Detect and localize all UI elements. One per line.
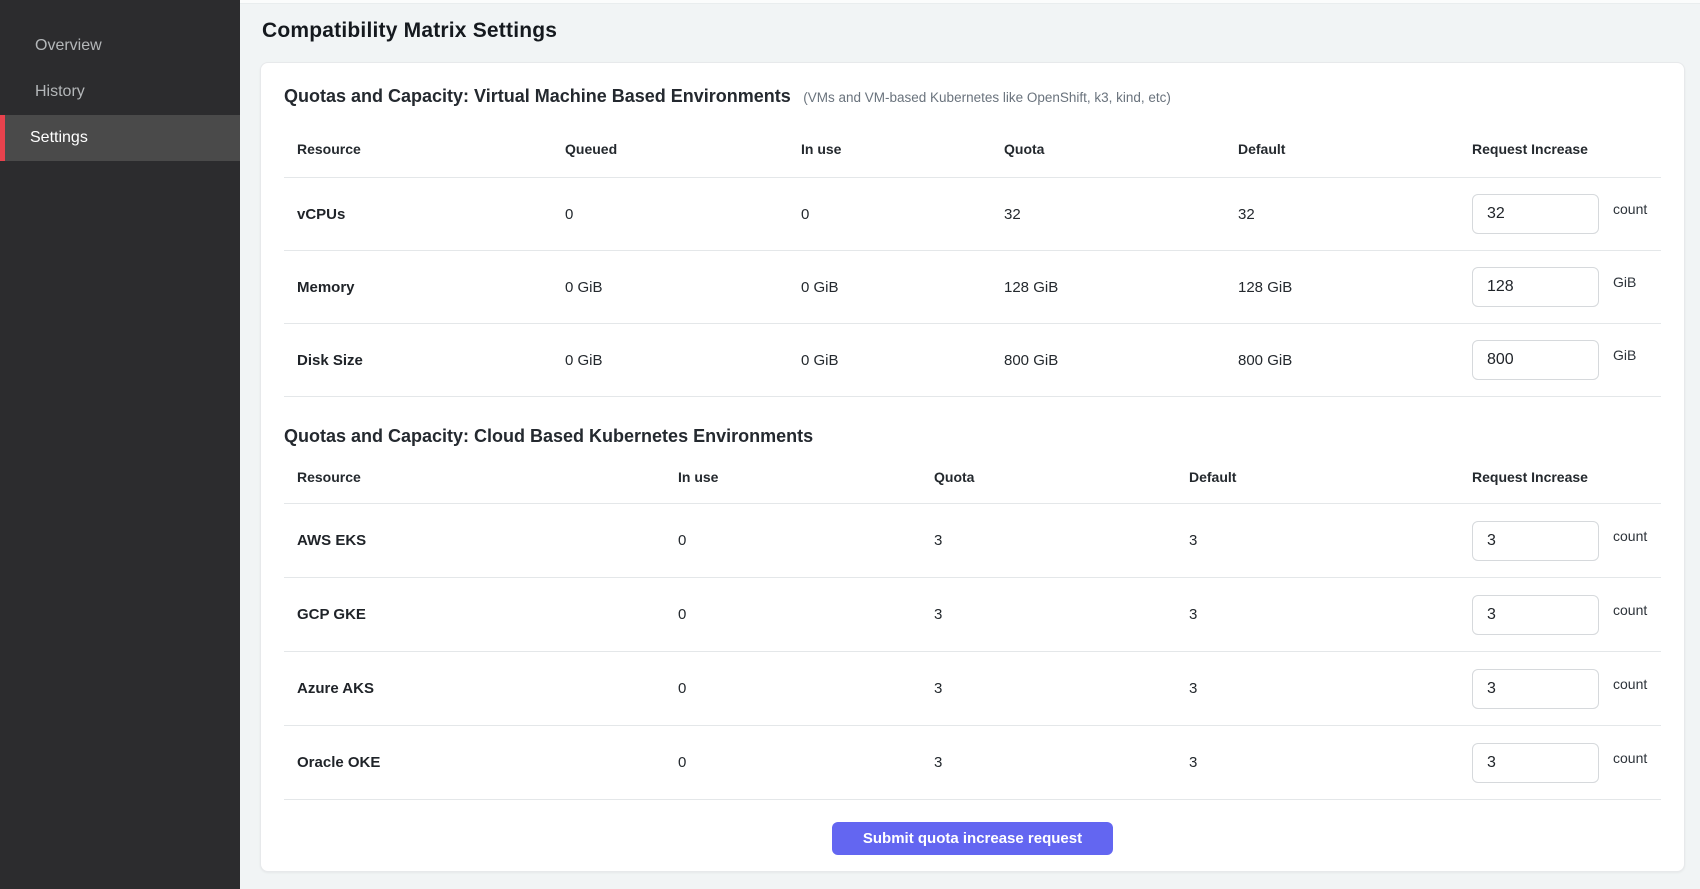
table-row-memory: Memory 0 GiB 0 GiB 128 GiB 128 GiB GiB: [284, 251, 1661, 324]
vm-section-subtitle: (VMs and VM-based Kubernetes like OpenSh…: [803, 90, 1171, 105]
table-row-oracle-oke: Oracle OKE 0 3 3 count: [284, 726, 1661, 800]
column-header-request-increase: Request Increase: [1472, 469, 1661, 485]
table-row-vcpus: vCPUs 0 0 32 32 count: [284, 178, 1661, 251]
column-header-resource: Resource: [284, 141, 565, 157]
resource-name: Oracle OKE: [284, 754, 678, 771]
column-header-queued: Queued: [565, 141, 801, 157]
resource-name: Azure AKS: [284, 680, 678, 697]
sidebar-item-overview[interactable]: Overview: [0, 23, 240, 69]
column-header-in-use: In use: [801, 141, 1004, 157]
resource-name: Memory: [284, 279, 565, 296]
vcpus-request-input[interactable]: [1472, 194, 1599, 234]
column-header-request-increase: Request Increase: [1472, 141, 1661, 157]
vm-table-header: Resource Queued In use Quota Default Req…: [284, 109, 1661, 178]
column-header-quota: Quota: [934, 469, 1189, 485]
column-header-in-use: In use: [678, 469, 934, 485]
queued-value: 0 GiB: [565, 352, 801, 369]
quota-value: 800 GiB: [1004, 352, 1238, 369]
submit-quota-increase-button[interactable]: Submit quota increase request: [832, 822, 1113, 855]
table-row-azure-aks: Azure AKS 0 3 3 count: [284, 652, 1661, 726]
column-header-resource: Resource: [284, 469, 678, 485]
queued-value: 0 GiB: [565, 279, 801, 296]
unit-label: GiB: [1613, 274, 1636, 290]
gcp-gke-request-input[interactable]: [1472, 595, 1599, 635]
default-value: 32: [1238, 206, 1472, 223]
sidebar-item-history[interactable]: History: [0, 69, 240, 115]
sidebar: Overview History Settings: [0, 0, 240, 889]
resource-name: vCPUs: [284, 206, 565, 223]
default-value: 3: [1189, 606, 1472, 623]
table-row-gcp-gke: GCP GKE 0 3 3 count: [284, 578, 1661, 652]
oracle-oke-request-input[interactable]: [1472, 743, 1599, 783]
card-footer: Submit quota increase request: [284, 800, 1661, 876]
sidebar-item-label: Settings: [30, 129, 88, 147]
in-use-value: 0: [678, 680, 934, 697]
table-row-aws-eks: AWS EKS 0 3 3 count: [284, 504, 1661, 578]
resource-name: AWS EKS: [284, 532, 678, 549]
vm-section-title: Quotas and Capacity: Virtual Machine Bas…: [284, 86, 791, 106]
unit-label: count: [1613, 602, 1647, 618]
unit-label: count: [1613, 676, 1647, 692]
default-value: 3: [1189, 680, 1472, 697]
resource-name: Disk Size: [284, 352, 565, 369]
cloud-table-header: Resource In use Quota Default Request In…: [284, 451, 1661, 504]
page-title: Compatibility Matrix Settings: [262, 18, 1700, 44]
in-use-value: 0: [678, 606, 934, 623]
quota-value: 3: [934, 606, 1189, 623]
request-increase-cell: count: [1472, 521, 1661, 561]
request-increase-cell: count: [1472, 669, 1661, 709]
request-increase-cell: GiB: [1472, 340, 1661, 380]
in-use-value: 0: [678, 532, 934, 549]
main-content: Compatibility Matrix Settings Quotas and…: [240, 0, 1700, 889]
in-use-value: 0 GiB: [801, 352, 1004, 369]
column-header-quota: Quota: [1004, 141, 1238, 157]
request-increase-cell: count: [1472, 743, 1661, 783]
vm-section-header: Quotas and Capacity: Virtual Machine Bas…: [284, 63, 1661, 109]
unit-label: GiB: [1613, 347, 1636, 363]
unit-label: count: [1613, 201, 1647, 217]
unit-label: count: [1613, 750, 1647, 766]
request-increase-cell: GiB: [1472, 267, 1661, 307]
cloud-section-header: Quotas and Capacity: Cloud Based Kuberne…: [284, 397, 1661, 451]
top-strip: [240, 0, 1700, 4]
resource-name: GCP GKE: [284, 606, 678, 623]
memory-request-input[interactable]: [1472, 267, 1599, 307]
aws-eks-request-input[interactable]: [1472, 521, 1599, 561]
azure-aks-request-input[interactable]: [1472, 669, 1599, 709]
default-value: 800 GiB: [1238, 352, 1472, 369]
default-value: 3: [1189, 754, 1472, 771]
in-use-value: 0: [678, 754, 934, 771]
cloud-section-title: Quotas and Capacity: Cloud Based Kuberne…: [284, 426, 813, 446]
default-value: 3: [1189, 532, 1472, 549]
quota-value: 32: [1004, 206, 1238, 223]
quota-value: 128 GiB: [1004, 279, 1238, 296]
sidebar-item-label: Overview: [35, 37, 102, 55]
in-use-value: 0 GiB: [801, 279, 1004, 296]
quota-value: 3: [934, 680, 1189, 697]
default-value: 128 GiB: [1238, 279, 1472, 296]
quota-value: 3: [934, 754, 1189, 771]
unit-label: count: [1613, 528, 1647, 544]
request-increase-cell: count: [1472, 595, 1661, 635]
sidebar-item-settings[interactable]: Settings: [0, 115, 240, 161]
quotas-card: Quotas and Capacity: Virtual Machine Bas…: [260, 62, 1685, 872]
table-row-disk-size: Disk Size 0 GiB 0 GiB 800 GiB 800 GiB Gi…: [284, 324, 1661, 397]
sidebar-item-label: History: [35, 83, 85, 101]
quota-value: 3: [934, 532, 1189, 549]
request-increase-cell: count: [1472, 194, 1661, 234]
column-header-default: Default: [1189, 469, 1472, 485]
disk-size-request-input[interactable]: [1472, 340, 1599, 380]
queued-value: 0: [565, 206, 801, 223]
column-header-default: Default: [1238, 141, 1472, 157]
in-use-value: 0: [801, 206, 1004, 223]
